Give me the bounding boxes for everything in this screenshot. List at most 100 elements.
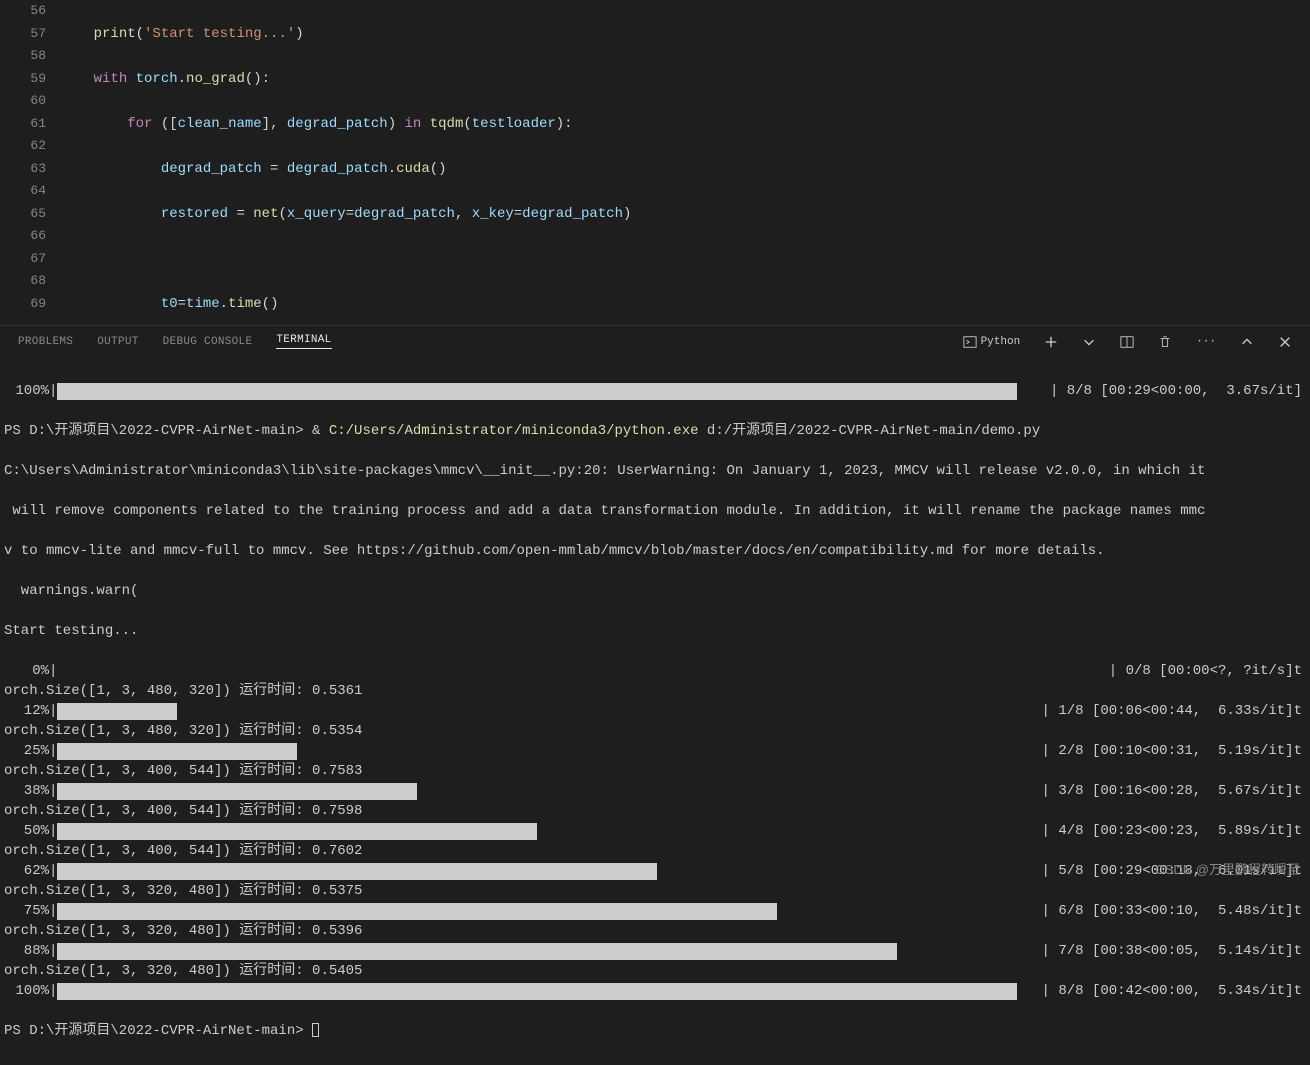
- code-editor[interactable]: 56 57 58 59 60 61 62 63 64 65 66 67 68 6…: [0, 0, 1310, 325]
- close-icon: [1278, 335, 1292, 349]
- terminal-line: v to mmcv-lite and mmcv-full to mmcv. Se…: [4, 541, 1302, 561]
- progress-percent: 0%: [4, 661, 49, 681]
- line-number: 68: [0, 270, 46, 293]
- line-number: 62: [0, 135, 46, 158]
- progress-percent: 50%: [4, 821, 49, 841]
- line-number: 59: [0, 68, 46, 91]
- terminal-tab[interactable]: TERMINAL: [276, 334, 331, 349]
- terminal-line: orch.Size([1, 3, 480, 320]) 运行时间: 0.5361: [4, 681, 1302, 701]
- terminal-line: C:\Users\Administrator\miniconda3\lib\si…: [4, 461, 1302, 481]
- progress-bar: [57, 703, 177, 720]
- progress-row: 100%|| 8/8 [00:42<00:00, 5.34s/it]t: [4, 981, 1302, 1001]
- token: degrad_patch: [161, 161, 262, 177]
- progress-row: 50%|| 4/8 [00:23<00:23, 5.89s/it]t: [4, 821, 1302, 841]
- line-number: 56: [0, 0, 46, 23]
- terminal-output[interactable]: 100%|| 8/8 [00:29<00:00, 3.67s/it] PS D:…: [0, 357, 1310, 1065]
- terminal-line: PS D:\开源项目\2022-CVPR-AirNet-main>: [4, 1021, 1302, 1041]
- terminal-dropdown[interactable]: [1082, 335, 1096, 349]
- token: cuda: [396, 161, 430, 177]
- progress-stats: | 1/8 [00:06<00:44, 6.33s/it]t: [1042, 701, 1302, 721]
- terminal-line: Start testing...: [4, 621, 1302, 641]
- trash-icon: [1158, 335, 1172, 349]
- token: time: [186, 296, 220, 312]
- progress-row: 12%|| 1/8 [00:06<00:44, 6.33s/it]t: [4, 701, 1302, 721]
- progress-percent: 88%: [4, 941, 49, 961]
- progress-bar: [57, 783, 417, 800]
- line-number-gutter: 56 57 58 59 60 61 62 63 64 65 66 67 68 6…: [0, 0, 60, 325]
- token: clean_name: [178, 116, 262, 132]
- progress-percent: 75%: [4, 901, 49, 921]
- line-number: 57: [0, 23, 46, 46]
- progress-stats: | 4/8 [00:23<00:23, 5.89s/it]t: [1042, 821, 1302, 841]
- new-terminal-button[interactable]: [1044, 335, 1058, 349]
- token: degrad_patch: [287, 161, 388, 177]
- progress-percent: 12%: [4, 701, 49, 721]
- progress-percent: 62%: [4, 861, 49, 881]
- terminal-launch-profile[interactable]: Python: [963, 335, 1021, 349]
- progress-stats: | 6/8 [00:33<00:10, 5.48s/it]t: [1042, 901, 1302, 921]
- progress-stats: | 3/8 [00:16<00:28, 5.67s/it]t: [1042, 781, 1302, 801]
- token: net: [253, 206, 278, 222]
- progress-percent: 38%: [4, 781, 49, 801]
- token: degrad_patch: [354, 206, 455, 222]
- token: no_grad: [186, 71, 245, 87]
- progress-bar: [57, 383, 1017, 400]
- token: with: [94, 71, 128, 87]
- terminal-line: orch.Size([1, 3, 320, 480]) 运行时间: 0.5405: [4, 961, 1302, 981]
- terminal-line: will remove components related to the tr…: [4, 501, 1302, 521]
- token: degrad_patch: [522, 206, 623, 222]
- token: t0: [161, 296, 178, 312]
- token: for: [127, 116, 152, 132]
- problems-tab[interactable]: PROBLEMS: [18, 336, 73, 348]
- terminal-line: orch.Size([1, 3, 400, 544]) 运行时间: 0.7602: [4, 841, 1302, 861]
- progress-row: 100%|| 8/8 [00:29<00:00, 3.67s/it]: [4, 381, 1302, 401]
- prompt: PS D:\开源项目\2022-CVPR-AirNet-main>: [4, 1023, 312, 1039]
- line-number: 65: [0, 203, 46, 226]
- split-terminal-button[interactable]: [1120, 335, 1134, 349]
- progress-stats: | 7/8 [00:38<00:05, 5.14s/it]t: [1042, 941, 1302, 961]
- line-number: 61: [0, 113, 46, 136]
- progress-percent: 100%: [4, 981, 49, 1001]
- terminal-line: orch.Size([1, 3, 320, 480]) 运行时间: 0.5396: [4, 921, 1302, 941]
- debug-console-tab[interactable]: DEBUG CONSOLE: [163, 336, 253, 348]
- maximize-panel-button[interactable]: [1240, 335, 1254, 349]
- output-tab[interactable]: OUTPUT: [97, 336, 138, 348]
- line-number: 67: [0, 248, 46, 271]
- terminal-line: orch.Size([1, 3, 400, 544]) 运行时间: 0.7583: [4, 761, 1302, 781]
- progress-row: 38%|| 3/8 [00:16<00:28, 5.67s/it]t: [4, 781, 1302, 801]
- line-number: 58: [0, 45, 46, 68]
- progress-stats: | 0/8 [00:00<?, ?it/s]t: [1109, 661, 1302, 681]
- line-number: 66: [0, 225, 46, 248]
- terminal-line: PS D:\开源项目\2022-CVPR-AirNet-main> & C:/U…: [4, 421, 1302, 441]
- token: print: [94, 26, 136, 42]
- cursor-icon: [312, 1023, 319, 1037]
- kill-terminal-button[interactable]: [1158, 335, 1172, 349]
- token: x_query: [287, 206, 346, 222]
- token: time: [228, 296, 262, 312]
- progress-bar: [57, 743, 297, 760]
- prompt: PS D:\开源项目\2022-CVPR-AirNet-main> &: [4, 423, 329, 439]
- plus-icon: [1044, 335, 1058, 349]
- progress-row: 0%|| 0/8 [00:00<?, ?it/s]t: [4, 661, 1302, 681]
- token: restored: [161, 206, 228, 222]
- progress-row: 62%|| 5/8 [00:29<00:18, 6.01s/it]t: [4, 861, 1302, 881]
- progress-percent: 100%: [4, 381, 49, 401]
- progress-bar: [57, 943, 897, 960]
- progress-bar: [57, 903, 777, 920]
- code-content[interactable]: print('Start testing...') with torch.no_…: [60, 0, 1310, 325]
- progress-row: 75%|| 6/8 [00:33<00:10, 5.48s/it]t: [4, 901, 1302, 921]
- token: in: [405, 116, 422, 132]
- close-panel-button[interactable]: [1278, 335, 1292, 349]
- token: torch: [136, 71, 178, 87]
- terminal-line: warnings.warn(: [4, 581, 1302, 601]
- token: tqdm: [430, 116, 464, 132]
- progress-row: 88%|| 7/8 [00:38<00:05, 5.14s/it]t: [4, 941, 1302, 961]
- panel-tabs: PROBLEMS OUTPUT DEBUG CONSOLE TERMINAL P…: [0, 325, 1310, 357]
- split-icon: [1120, 335, 1134, 349]
- progress-bar: [57, 863, 657, 880]
- progress-row: 25%|| 2/8 [00:10<00:31, 5.19s/it]t: [4, 741, 1302, 761]
- progress-percent: 25%: [4, 741, 49, 761]
- more-actions-button[interactable]: ···: [1196, 336, 1216, 348]
- progress-stats: | 2/8 [00:10<00:31, 5.19s/it]t: [1042, 741, 1302, 761]
- line-number: 60: [0, 90, 46, 113]
